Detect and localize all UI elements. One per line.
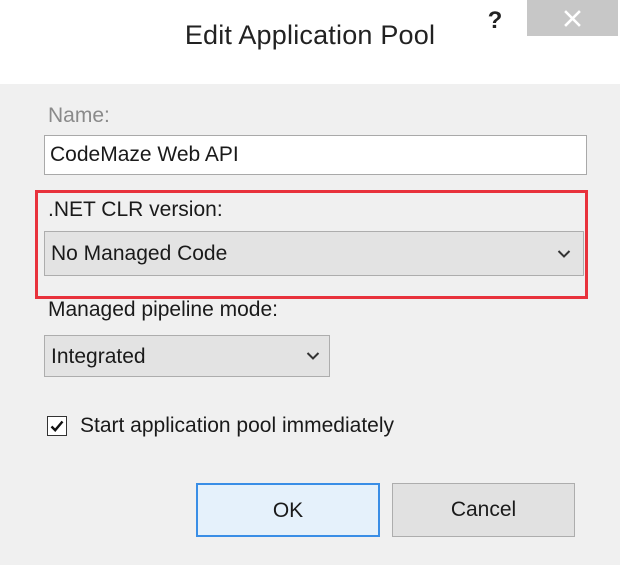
pipeline-mode-dropdown[interactable]: Integrated xyxy=(44,335,330,377)
pipeline-mode-value: Integrated xyxy=(51,345,146,368)
chevron-down-icon xyxy=(557,250,571,258)
ok-button[interactable]: OK xyxy=(196,483,380,537)
pipeline-mode-label: Managed pipeline mode: xyxy=(48,298,278,321)
help-button[interactable]: ? xyxy=(482,6,508,40)
start-immediately-checkbox[interactable] xyxy=(47,416,67,436)
close-button[interactable] xyxy=(527,0,618,36)
name-field[interactable]: CodeMaze Web API xyxy=(44,135,587,175)
name-label: Name: xyxy=(48,104,110,127)
title-bar: Edit Application Pool ? xyxy=(0,0,620,84)
start-immediately-label[interactable]: Start application pool immediately xyxy=(80,414,394,438)
clr-version-dropdown[interactable]: No Managed Code xyxy=(44,231,584,276)
edit-application-pool-dialog: Edit Application Pool ? Name: CodeMaze W… xyxy=(0,0,620,565)
dialog-body: Name: CodeMaze Web API .NET CLR version:… xyxy=(0,84,620,565)
clr-version-label: .NET CLR version: xyxy=(48,198,223,221)
close-icon xyxy=(564,10,581,27)
clr-version-value: No Managed Code xyxy=(51,242,228,265)
cancel-button[interactable]: Cancel xyxy=(392,483,575,537)
chevron-down-icon xyxy=(306,352,320,360)
checkmark-icon xyxy=(50,420,64,432)
